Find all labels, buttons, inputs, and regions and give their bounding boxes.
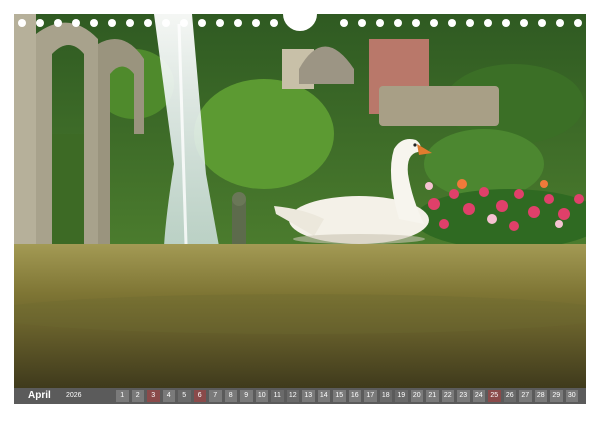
day-cell: 17 [364,390,377,402]
day-cell: 26 [503,390,516,402]
day-cell: 22 [441,390,454,402]
day-cell: 10 [255,390,268,402]
day-cell: 14 [317,390,330,402]
calendar-page: April 2026 1 2 3 4 5 6 7 8 9 10 11 12 13… [0,0,600,432]
stone-balcony [379,86,499,126]
day-cell: 21 [426,390,439,402]
day-cell: 9 [240,390,253,402]
day-cell: 6 [193,390,206,402]
year-label: 2026 [66,392,82,399]
day-cell: 18 [379,390,392,402]
day-cell: 28 [534,390,547,402]
day-row: 1 2 3 4 5 6 7 8 9 10 11 12 13 14 15 16 1… [116,390,578,402]
arcade-opening-foliage [52,134,84,246]
day-cell: 30 [565,390,578,402]
day-cell: 11 [271,390,284,402]
day-cell: 24 [472,390,485,402]
day-cell: 16 [348,390,361,402]
day-cell: 2 [131,390,144,402]
day-cell: 20 [410,390,423,402]
day-cell: 8 [224,390,237,402]
day-cell: 23 [457,390,470,402]
day-cell: 13 [302,390,315,402]
hedge [194,79,334,189]
day-cell: 4 [162,390,175,402]
arcade-pillar [14,14,36,246]
photo-illustration [14,14,586,388]
day-cell: 19 [395,390,408,402]
swan-garden-photo [14,14,586,388]
day-cell: 27 [519,390,532,402]
day-cell: 29 [550,390,563,402]
day-cell: 12 [286,390,299,402]
day-cell: 15 [333,390,346,402]
day-cell: 25 [488,390,501,402]
calendar-strip: April 2026 1 2 3 4 5 6 7 8 9 10 11 12 13… [14,388,586,404]
day-cell: 3 [147,390,160,402]
day-cell: 7 [209,390,222,402]
day-cell: 1 [116,390,129,402]
month-label: April [28,390,51,401]
day-cell: 5 [178,390,191,402]
